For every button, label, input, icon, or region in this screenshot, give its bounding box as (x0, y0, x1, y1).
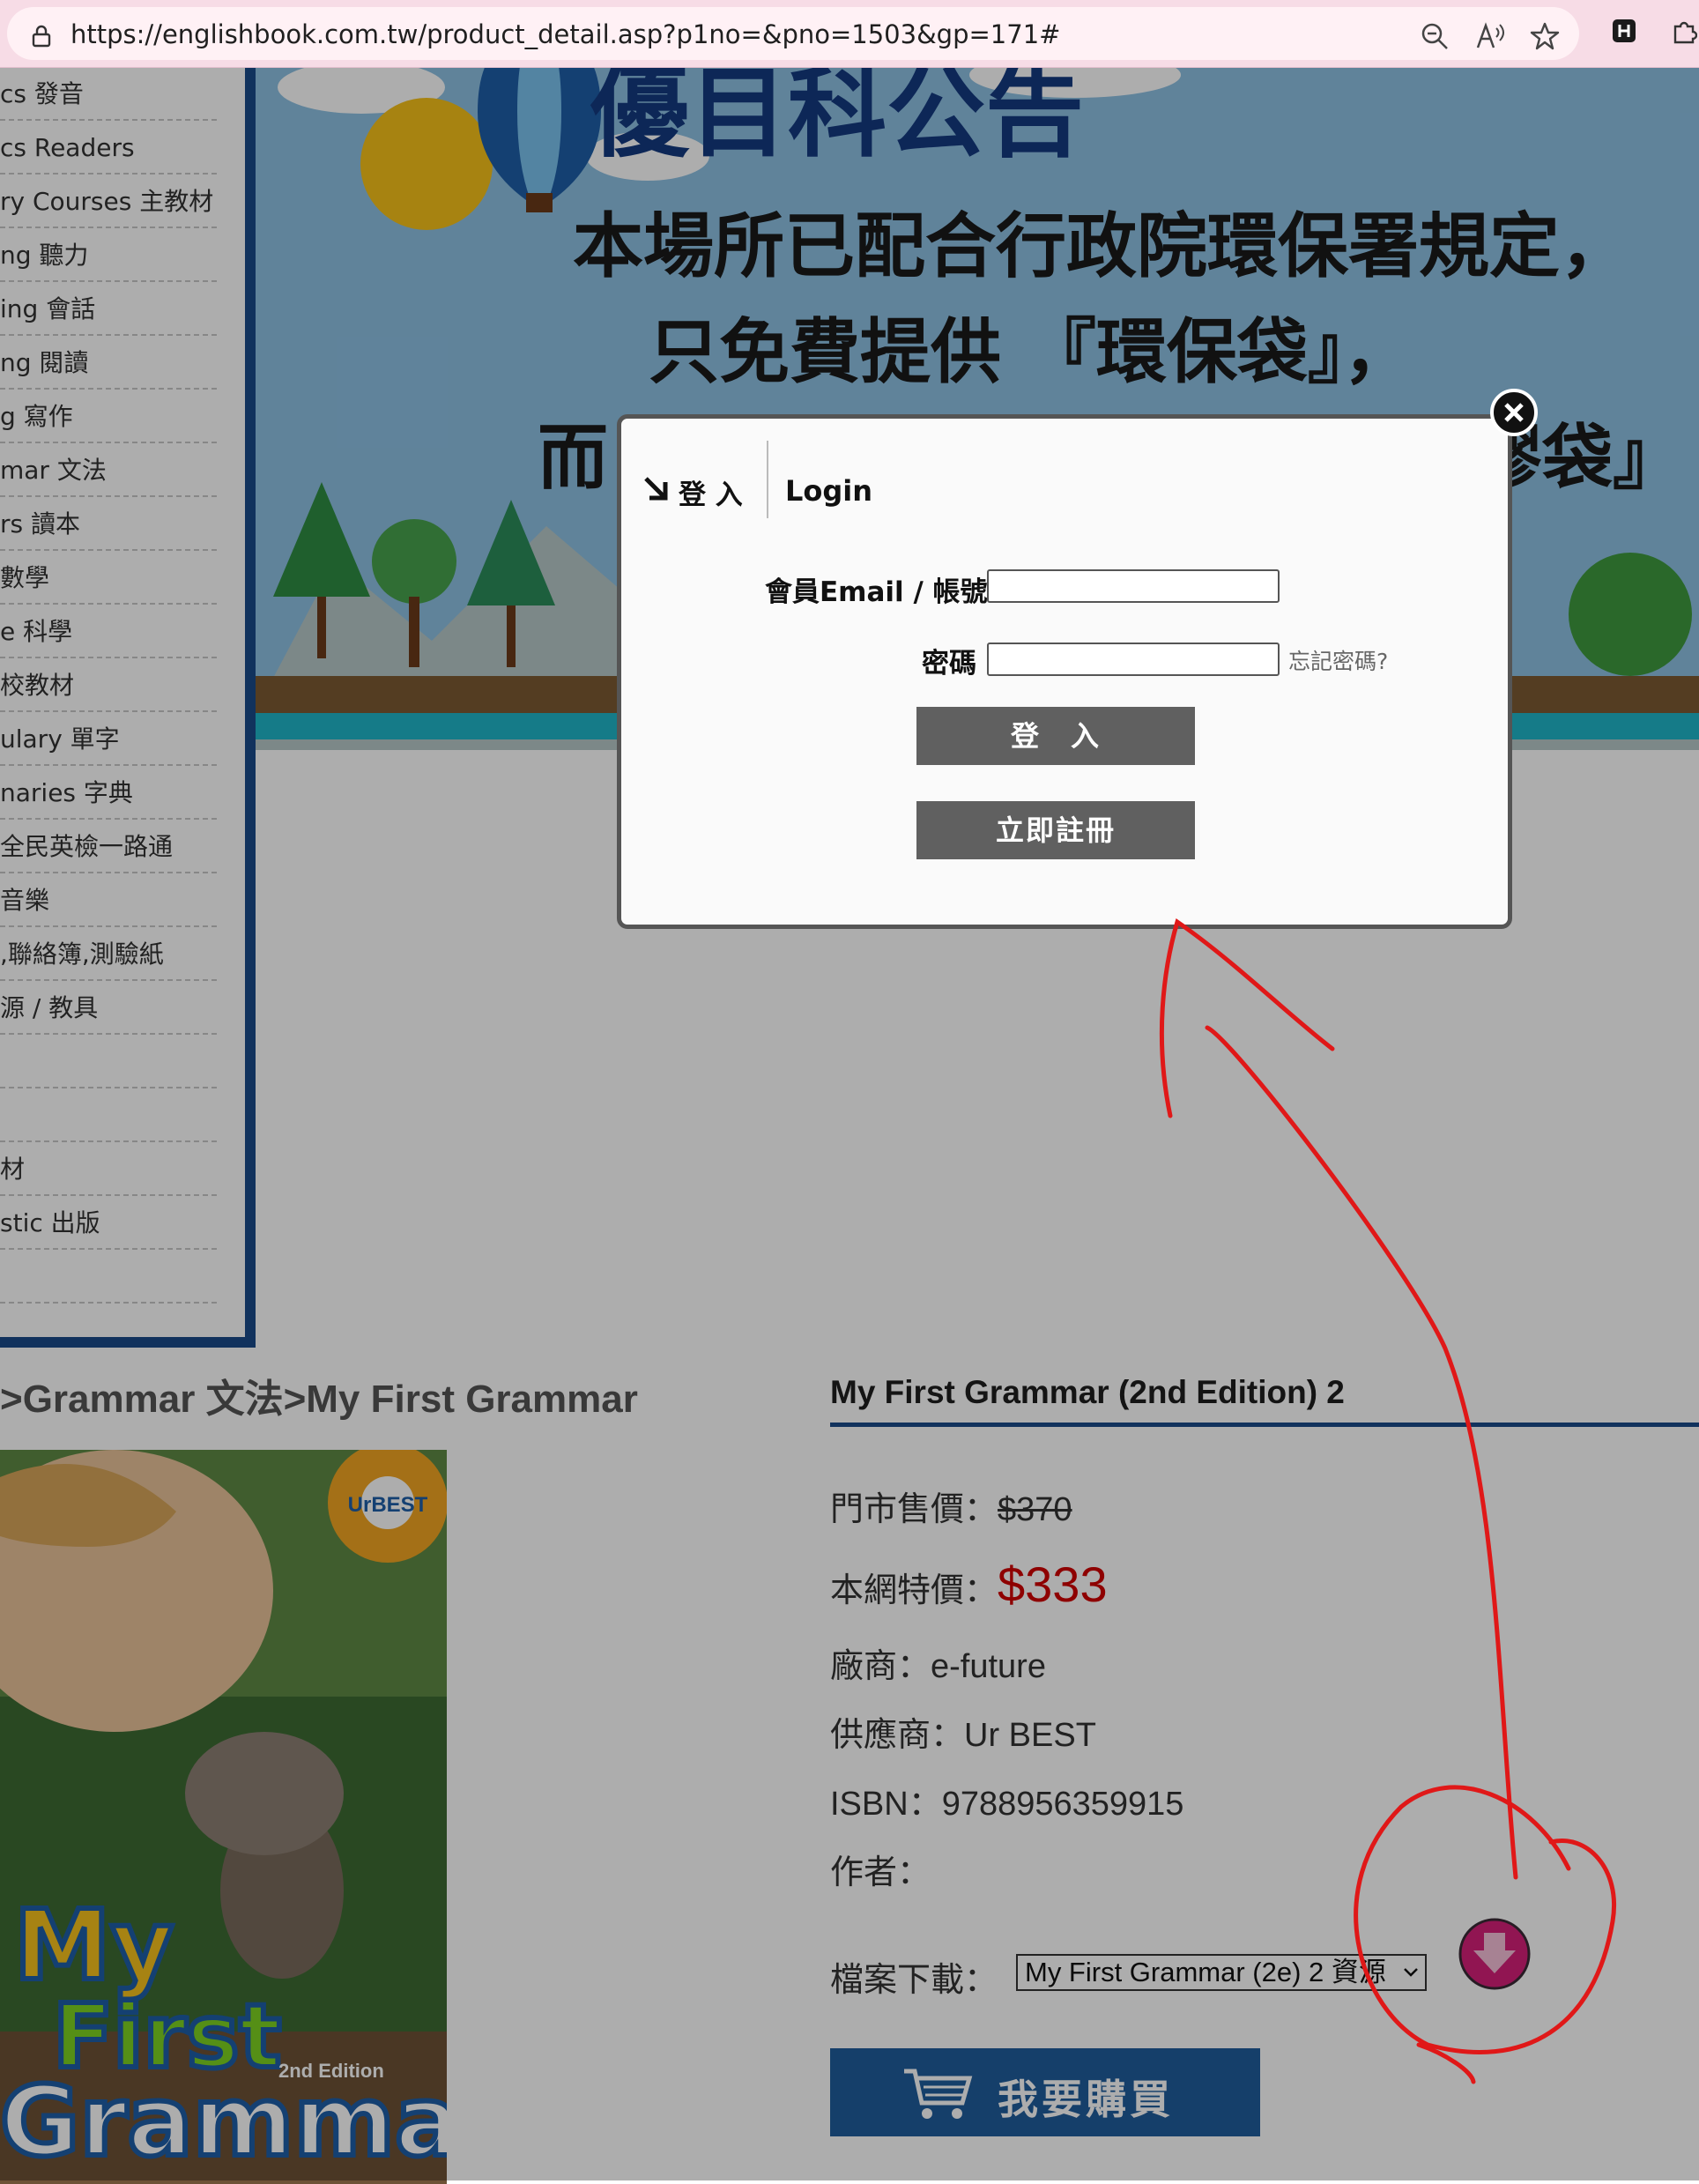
register-button[interactable]: 立即註冊 (916, 801, 1195, 859)
zoom-out-icon[interactable] (1420, 21, 1450, 51)
h-extension-icon[interactable] (1611, 18, 1637, 44)
address-bar[interactable]: https://englishbook.com.tw/product_detai… (7, 7, 1579, 60)
url-text[interactable]: https://englishbook.com.tw/product_detai… (70, 19, 1060, 49)
password-input[interactable] (987, 643, 1280, 676)
browser-toolbar: https://englishbook.com.tw/product_detai… (0, 0, 1699, 68)
read-aloud-icon[interactable] (1475, 21, 1505, 51)
tab-login-zh[interactable]: 登 入 (679, 472, 743, 512)
arrow-down-right-icon (644, 477, 668, 501)
account-label: 會員Email / 帳號 (765, 576, 988, 608)
account-input[interactable] (987, 569, 1280, 603)
close-icon[interactable] (1489, 388, 1539, 437)
lock-icon[interactable] (30, 25, 53, 48)
tab-separator (767, 441, 768, 518)
favorite-star-icon[interactable] (1530, 21, 1560, 51)
tab-login-en[interactable]: Login (785, 474, 872, 508)
page-content: cs 發音 cs Readers ry Courses 主教材 ng 聽力 in… (0, 68, 1699, 2184)
password-label: 密碼 (922, 648, 976, 680)
modal-backdrop[interactable] (0, 68, 1699, 2180)
puzzle-extension-icon[interactable] (1671, 18, 1697, 44)
login-button[interactable]: 登 入 (916, 707, 1195, 765)
forgot-password-link[interactable]: 忘記密碼? (1288, 644, 1388, 676)
